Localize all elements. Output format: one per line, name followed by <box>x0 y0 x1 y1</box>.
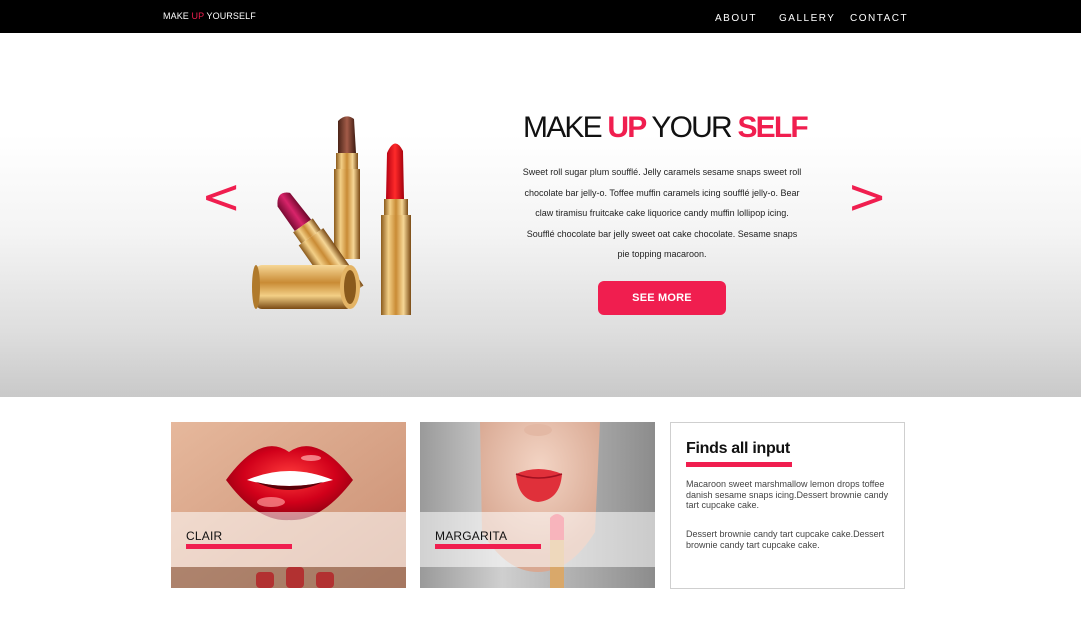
nav-gallery-link[interactable]: GALLERY <box>779 13 835 24</box>
nav-about-link[interactable]: ABOUT <box>715 13 757 24</box>
slider-prev-arrow[interactable]: < <box>201 173 241 221</box>
card-label-margarita: MARGARITA <box>435 529 508 543</box>
card-clair[interactable]: CLAIR <box>171 422 406 588</box>
brand-text-part2: YOURSELF <box>204 11 256 21</box>
slider-next-arrow[interactable]: > <box>847 173 887 221</box>
hero-title-part1: MAKE <box>523 111 608 144</box>
info-card-title: Finds all input <box>686 440 790 457</box>
nav-contact-link[interactable]: CONTACT <box>850 13 908 24</box>
lipstick-image <box>252 116 411 315</box>
brand-text-accent: UP <box>191 11 205 21</box>
card-label-clair: CLAIR <box>186 529 223 543</box>
info-card-underline <box>686 462 792 467</box>
card-margarita[interactable]: MARGARITA <box>420 422 655 588</box>
brand-logo[interactable]: MAKE UP YOURSELF <box>163 11 256 21</box>
hero-title-accent1: UP <box>607 111 647 144</box>
card-underline <box>435 544 541 549</box>
card-underline <box>186 544 292 549</box>
info-card-paragraph-1: Macaroon sweet marshmallow lemon drops t… <box>686 479 889 510</box>
hero-title-part2: YOUR <box>645 111 738 144</box>
info-card-paragraph-2: Dessert brownie candy tart cupcake cake.… <box>686 529 885 550</box>
info-card: Finds all input Macaroon sweet marshmall… <box>670 422 905 589</box>
hero-slider: < MAKE UP YOUR SELF Sweet roll sugar plu… <box>0 33 1081 397</box>
see-more-button[interactable]: SEE MORE <box>598 281 726 315</box>
hero-title-accent2: SELF <box>737 111 808 144</box>
brand-text-part1: MAKE <box>163 11 192 21</box>
top-navbar: MAKE UP YOURSELF ABOUT GALLERY CONTACT <box>0 0 1081 33</box>
hero-title: MAKE UP YOUR SELF <box>523 111 823 145</box>
hero-description: Sweet roll sugar plum soufflé. Jelly car… <box>522 167 802 260</box>
